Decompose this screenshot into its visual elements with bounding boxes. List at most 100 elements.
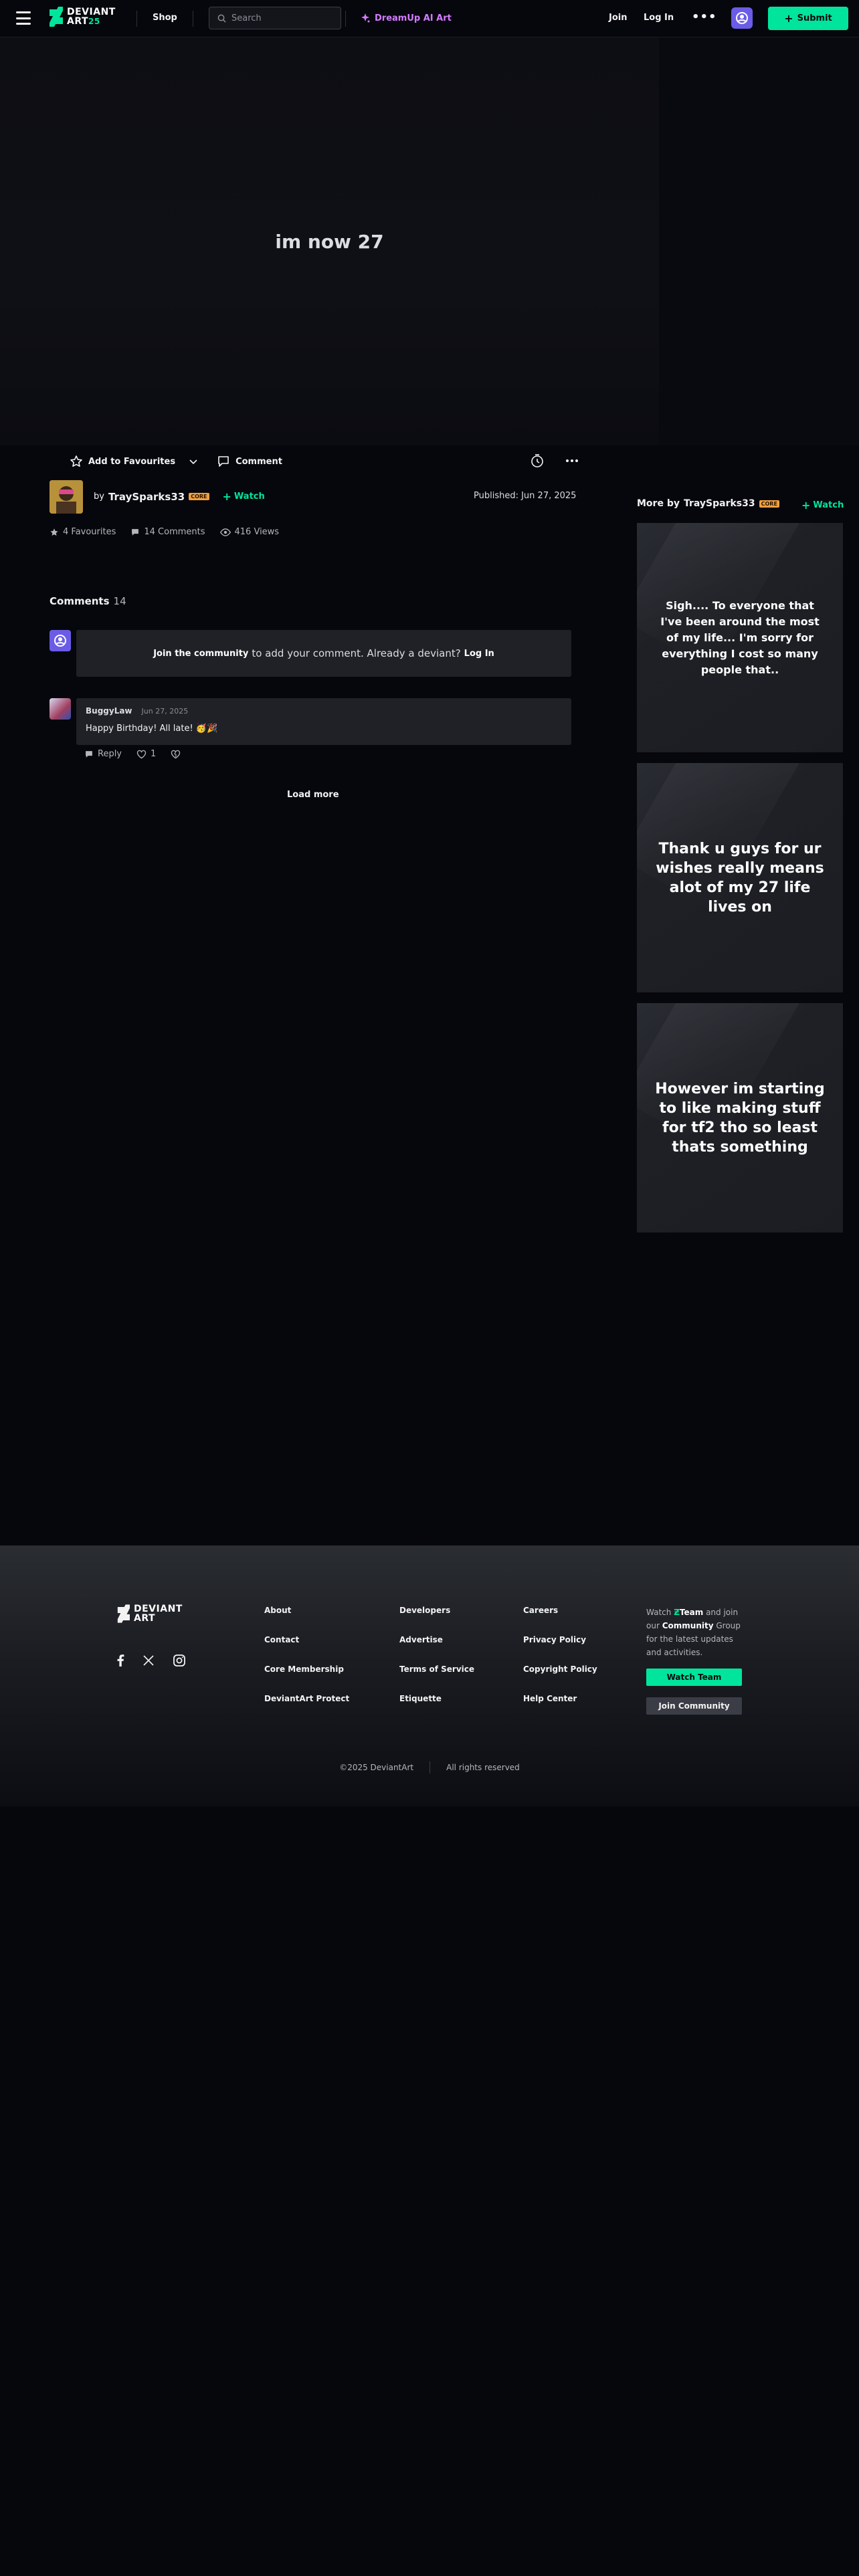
comment-actions: Reply 1 [84,749,181,759]
more-by-card[interactable]: However im starting to like making stuff… [637,1003,843,1232]
logo-line1: DEVIANT [67,7,116,17]
avatar-icon [736,12,748,24]
shop-link[interactable]: Shop [153,13,177,23]
author-avatar-image [50,480,83,514]
instagram-icon[interactable] [173,1654,186,1667]
plus-icon: + [801,499,811,512]
more-by-heading: More by TraySparks33 CORE [637,498,779,509]
comments-heading: Comments 14 [50,595,126,607]
join-community-link[interactable]: Join the community [153,649,248,659]
eye-icon [219,528,231,536]
join-community-prompt: Join the community to add your comment. … [76,630,571,677]
deviantart-logo-icon [50,7,63,27]
more-by-card[interactable]: Thank u guys for ur wishes really means … [637,763,843,992]
search-input[interactable] [231,13,332,23]
rights-text: All rights reserved [446,1763,520,1772]
author-name[interactable]: TraySparks33 [108,491,185,503]
more-options-icon[interactable]: ••• [692,10,717,24]
watch-team-button[interactable]: Watch Team [646,1669,742,1686]
like-count: 1 [151,749,157,759]
team-logo-icon: Ƶ [674,1608,680,1617]
top-header: DEVIANT ART25 Shop DreamUp AI Art Join L… [0,0,859,37]
dreamup-link[interactable]: DreamUp AI Art [360,13,452,23]
like-button[interactable]: 1 [136,749,156,759]
footer-link-privacy[interactable]: Privacy Policy [523,1635,597,1644]
deviation-stats: 4 Favourites 14 Comments 416 Views [50,527,279,537]
commenter-avatar[interactable] [50,698,71,720]
published-date: Published: Jun 27, 2025 [474,491,577,501]
comment-icon [86,750,92,758]
comment-date: Jun 27, 2025 [141,706,189,716]
footer-link-developers[interactable]: Developers [399,1606,474,1615]
logo-line2: ART [67,16,89,27]
current-user-avatar [50,630,71,651]
reply-button[interactable]: Reply [84,749,122,759]
footer-link-etiquette[interactable]: Etiquette [399,1694,474,1703]
rail-watch-button[interactable]: + Watch [801,499,844,512]
footer-link-advertise[interactable]: Advertise [399,1635,474,1644]
broken-heart-icon[interactable] [171,750,181,759]
rail-author-name[interactable]: TraySparks33 [684,498,755,509]
favourites-stat: 4 Favourites [50,527,116,537]
by-label: by [94,492,104,502]
search-box[interactable] [209,7,341,29]
footer-link-help[interactable]: Help Center [523,1694,597,1703]
deviation-viewer: im now 27 [0,37,659,445]
submit-button[interactable]: + Submit [768,7,848,30]
comment-item: BuggyLaw Jun 27, 2025 Happy Birthday! Al… [76,698,571,745]
team-blurb: Watch ƵTeam and join our Community Group… [646,1608,741,1657]
viewer-side-panel [659,37,859,445]
footer-link-contact[interactable]: Contact [264,1635,349,1644]
login-link[interactable]: Log In [644,13,674,23]
add-to-favourites-button[interactable]: Add to Favourites [70,455,175,468]
footer-link-terms[interactable]: Terms of Service [399,1665,474,1674]
footer-link-core-membership[interactable]: Core Membership [264,1665,349,1674]
social-links [116,1654,186,1667]
comment-text: Happy Birthday! All late! 🥳🎉 [86,724,218,734]
plus-icon: + [784,12,793,25]
divider [136,11,137,27]
submit-label: Submit [797,13,832,23]
footer-bottom: ©2025 DeviantArt All rights reserved [0,1761,859,1774]
chevron-down-icon[interactable] [189,457,198,466]
deviantart-logo[interactable]: DEVIANT ART25 [48,7,116,27]
join-link[interactable]: Join [609,13,627,23]
menu-icon[interactable] [16,11,31,25]
footer-logo[interactable]: DEVIANT ART [116,1604,183,1623]
watch-label: Watch [233,492,265,502]
sparkle-icon [361,13,370,23]
user-avatar[interactable] [731,7,753,29]
author-avatar[interactable] [50,480,83,514]
footer-link-careers[interactable]: Careers [523,1606,597,1615]
facebook-icon[interactable] [116,1654,124,1667]
more-options-icon[interactable] [565,453,579,468]
card-text: However im starting to like making stuff… [655,1080,825,1156]
watch-author-button[interactable]: + Watch [223,490,265,503]
load-more-button[interactable]: Load more [287,790,339,800]
deviantart-logo-icon [117,1604,130,1623]
footer-col-3: Careers Privacy Policy Copyright Policy … [523,1606,597,1703]
join-community-button[interactable]: Join Community [646,1697,742,1715]
comment-icon [218,456,229,467]
site-footer: DEVIANT ART About Contact Core Membershi… [0,1545,859,1806]
logo-badge: 25 [88,17,100,26]
avatar-icon [54,635,66,647]
star-icon [70,455,82,467]
footer-col-2: Developers Advertise Terms of Service Et… [399,1606,474,1703]
comment-label: Comment [235,456,282,467]
star-icon [50,528,58,536]
comments-count: 14 [113,595,126,607]
dreamup-label: DreamUp AI Art [375,13,452,23]
footer-link-copyright[interactable]: Copyright Policy [523,1665,597,1674]
badge-gift-icon[interactable] [530,453,545,468]
commenter-name[interactable]: BuggyLaw [86,706,132,716]
comment-button[interactable]: Comment [217,455,282,468]
footer-link-deviantart-protect[interactable]: DeviantArt Protect [264,1694,349,1703]
core-badge: CORE [189,493,209,500]
more-by-card[interactable]: Sigh.... To everyone that I've been arou… [637,523,843,752]
join-prompt-text: to add your comment. Already a deviant? [252,647,461,659]
comment-login-link[interactable]: Log In [464,649,494,659]
search-icon [217,14,226,23]
x-twitter-icon[interactable] [143,1655,154,1666]
footer-link-about[interactable]: About [264,1606,349,1615]
